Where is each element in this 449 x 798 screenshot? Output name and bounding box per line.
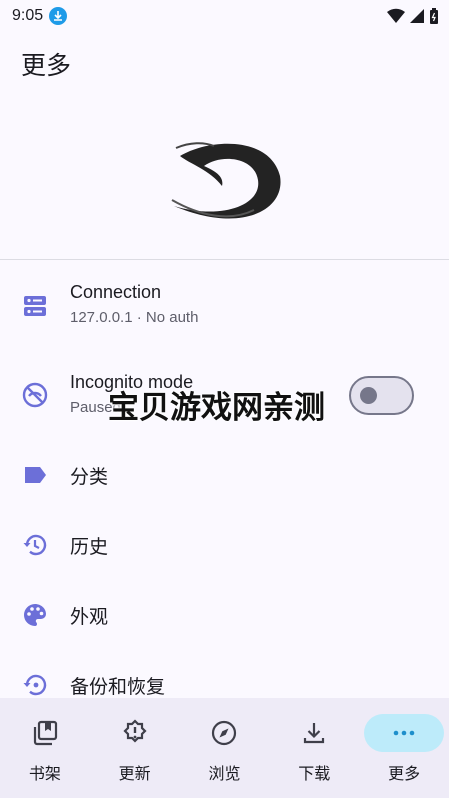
status-time: 9:05	[12, 7, 44, 24]
nav-label: 浏览	[208, 764, 241, 783]
nav-label: 书架	[28, 764, 61, 783]
download-icon	[274, 714, 354, 752]
connection-title: Connection	[70, 282, 162, 302]
server-icon	[22, 293, 48, 319]
page-title: 更多	[21, 51, 72, 80]
updates-icon	[95, 714, 175, 752]
nav-updates[interactable]: 更新	[90, 698, 180, 798]
compass-icon	[184, 714, 264, 752]
menu-item-history[interactable]: 历史	[0, 522, 449, 568]
nav-more[interactable]: 更多	[359, 698, 449, 798]
connection-subtitle: 127.0.0.1 · No auth	[70, 309, 199, 326]
incognito-toggle[interactable]	[349, 376, 414, 415]
menu-item-label: 备份和恢复	[70, 676, 166, 698]
divider	[0, 259, 449, 260]
menu-item-categories[interactable]: 分类	[0, 452, 449, 498]
nav-downloads[interactable]: 下载	[269, 698, 359, 798]
connection-row[interactable]: Connection 127.0.0.1 · No auth	[0, 278, 449, 338]
nav-label: 更多	[388, 764, 421, 783]
bookshelf-icon	[5, 714, 85, 752]
history-icon	[22, 532, 48, 558]
watermark-text: 宝贝游戏网亲测	[108, 390, 325, 426]
download-notification-icon	[49, 7, 68, 25]
battery-icon	[430, 7, 438, 24]
incognito-icon	[22, 382, 48, 408]
palette-icon	[22, 602, 48, 628]
wifi-icon	[387, 8, 405, 23]
menu-item-label: 外观	[70, 606, 109, 628]
status-bar: 9:05	[0, 0, 449, 32]
nav-library[interactable]: 书架	[0, 698, 90, 798]
app-logo	[171, 142, 281, 219]
bottom-navigation: 书架 更新 浏览 下载 更多	[0, 698, 449, 798]
menu-item-appearance[interactable]: 外观	[0, 592, 449, 638]
more-icon	[364, 714, 445, 752]
menu-item-label: 历史	[70, 536, 109, 558]
nav-label: 下载	[298, 764, 331, 783]
backup-restore-icon	[22, 672, 48, 698]
label-icon	[22, 462, 48, 488]
menu-item-label: 分类	[70, 466, 109, 488]
signal-icon	[410, 9, 424, 23]
toggle-knob	[360, 387, 377, 404]
nav-label: 更新	[118, 764, 151, 783]
nav-browse[interactable]: 浏览	[180, 698, 270, 798]
